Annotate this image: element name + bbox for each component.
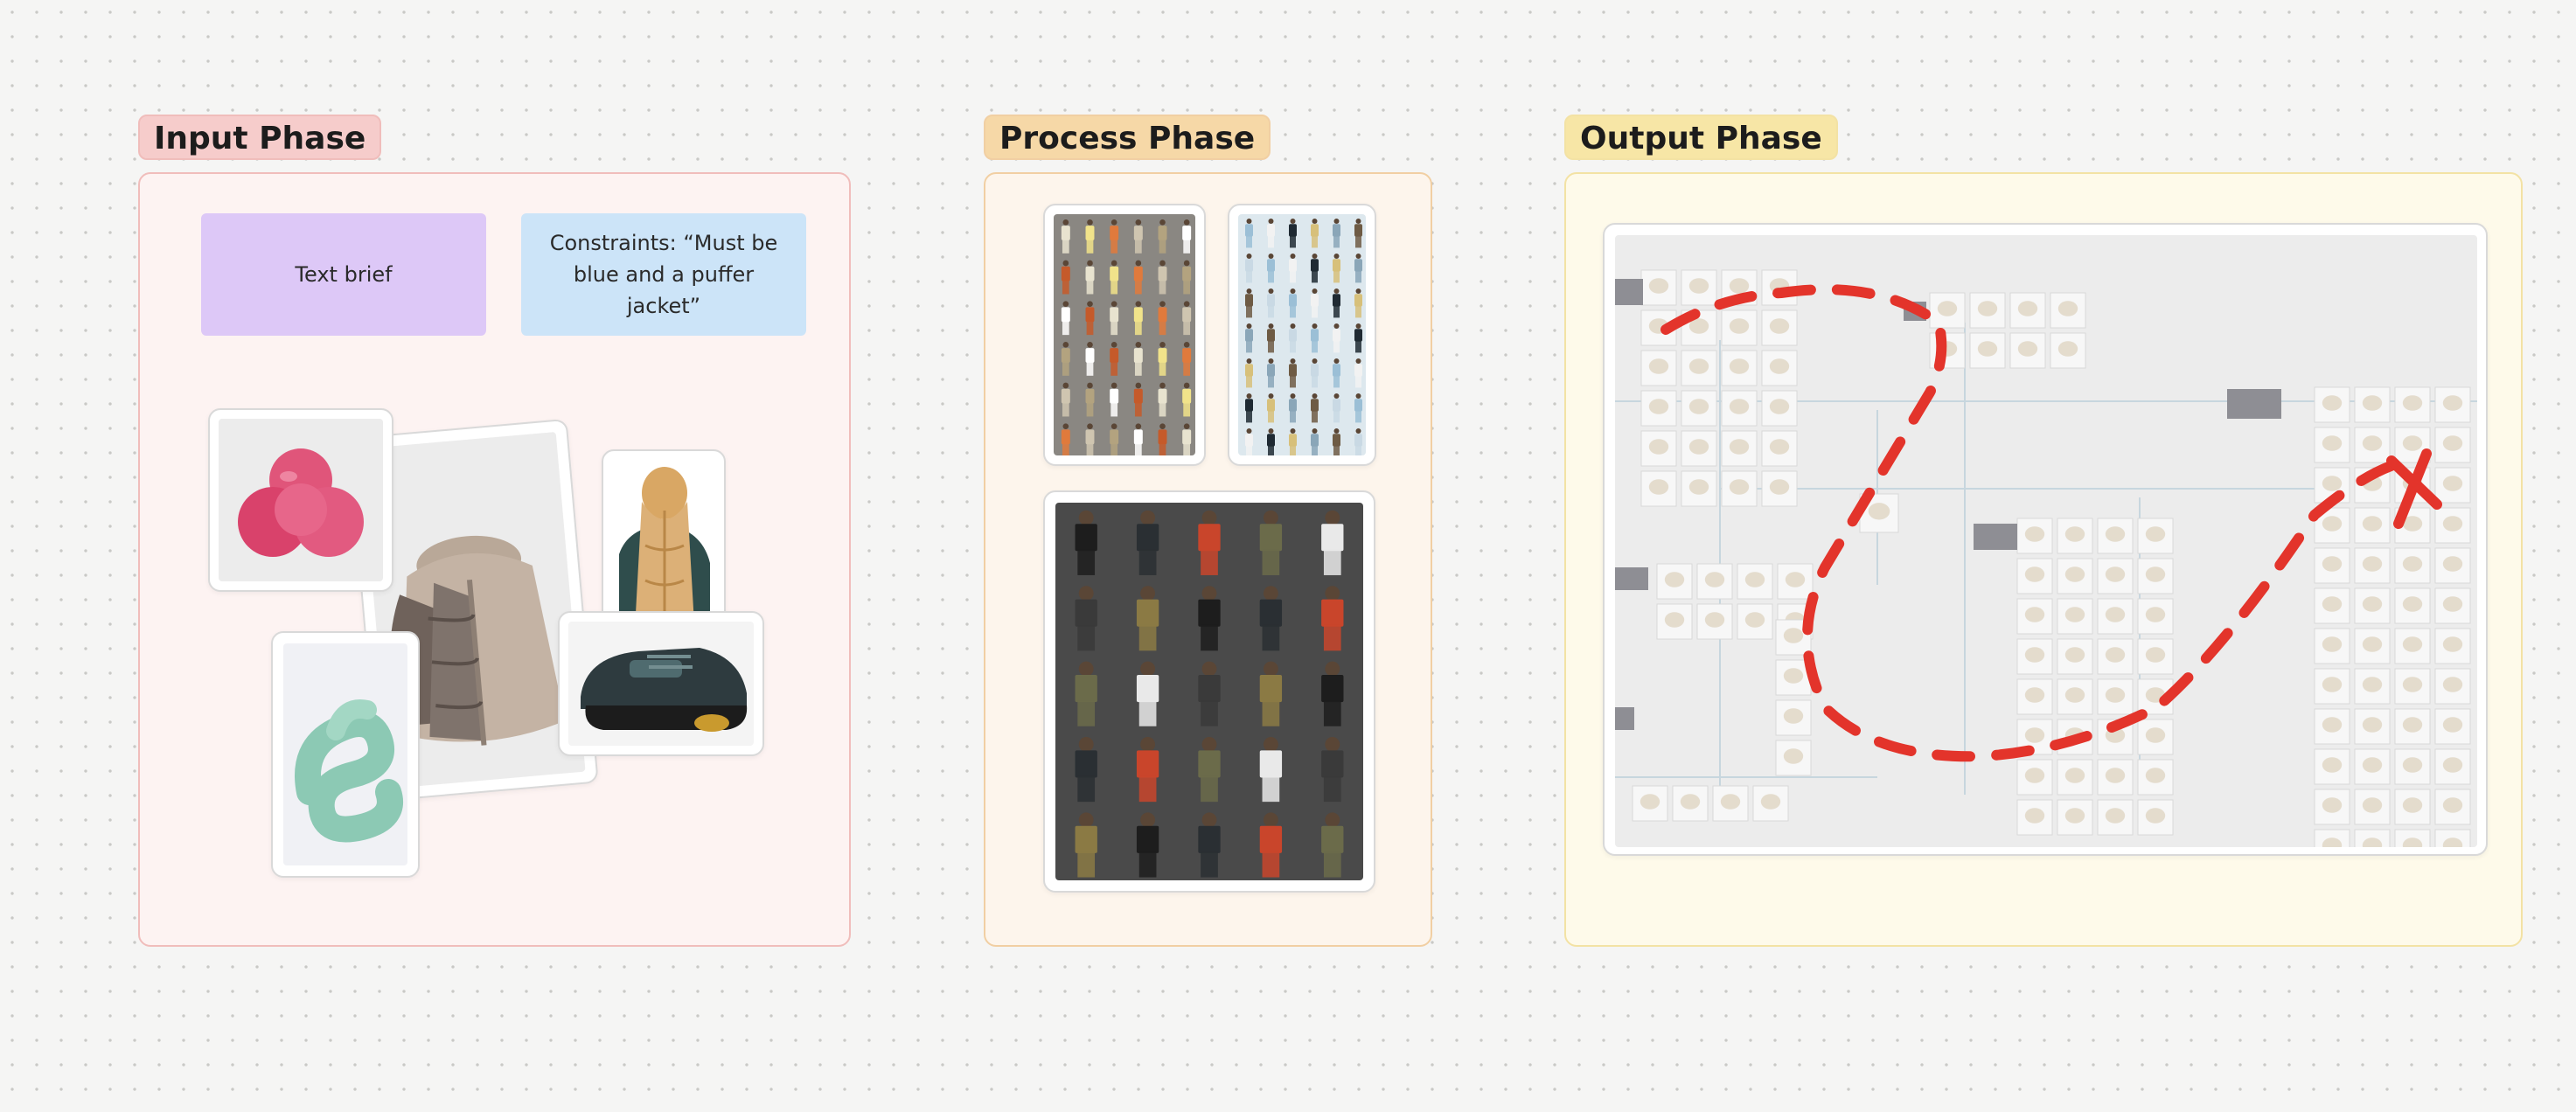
mint-knot-card[interactable] — [271, 631, 420, 878]
lineup-grid-cool-image — [1238, 214, 1366, 455]
node-graph-card[interactable] — [1603, 223, 2488, 856]
chunky-sneaker-image — [568, 622, 754, 746]
lineup-grid-dark-card[interactable] — [1043, 490, 1375, 893]
pink-blob-image — [219, 419, 383, 581]
node-graph-image — [1615, 235, 2477, 847]
output-phase-container — [1564, 172, 2523, 947]
lineup-grid-warm-card[interactable] — [1043, 204, 1206, 466]
chunky-sneaker-card[interactable] — [558, 611, 764, 756]
output-phase-label: Output Phase — [1564, 115, 1838, 160]
constraints-note[interactable]: Constraints: “Must be blue and a puffer … — [521, 213, 806, 336]
pink-blob-card[interactable] — [208, 408, 393, 592]
lineup-grid-dark-image — [1055, 503, 1363, 880]
input-phase-container: Text brief Constraints: “Must be blue an… — [138, 172, 851, 947]
lineup-grid-warm-image — [1054, 214, 1195, 455]
puffer-scarf-card[interactable] — [602, 449, 726, 636]
process-phase-container — [984, 172, 1432, 947]
text-brief-note[interactable]: Text brief — [201, 213, 486, 336]
process-phase-label: Process Phase — [984, 115, 1271, 160]
puffer-scarf-image — [610, 458, 717, 628]
input-phase-label: Input Phase — [138, 115, 382, 160]
mint-knot-image — [283, 643, 407, 865]
lineup-grid-cool-card[interactable] — [1228, 204, 1376, 466]
